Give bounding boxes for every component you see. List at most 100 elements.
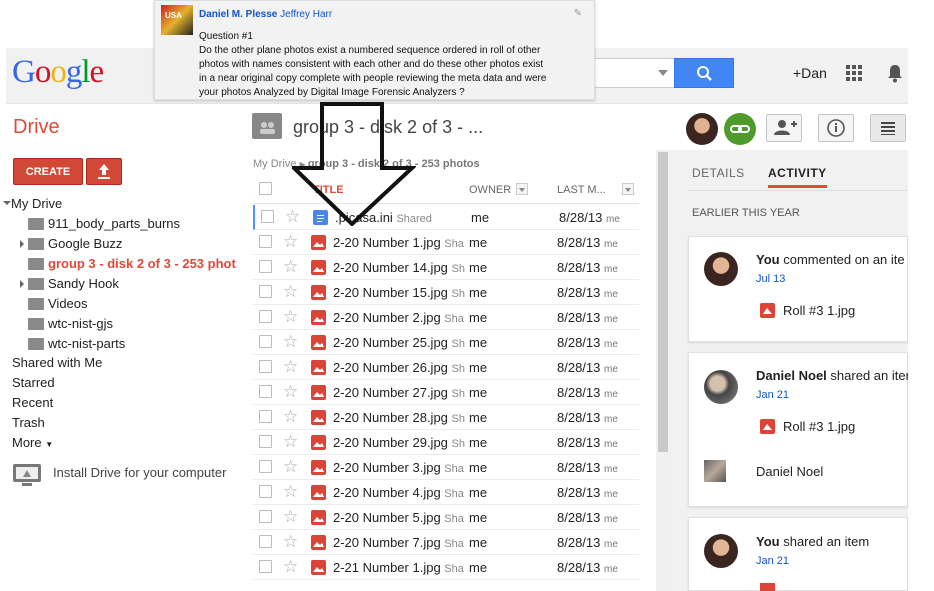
nav-folder[interactable]: wtc-nist-parts (48, 336, 125, 351)
row-checkbox[interactable] (259, 410, 272, 423)
column-owner[interactable]: OWNER (469, 184, 511, 196)
nav-trash[interactable]: Trash (12, 415, 45, 430)
row-checkbox[interactable] (259, 485, 272, 498)
row-checkbox[interactable] (259, 535, 272, 548)
row-checkbox[interactable] (259, 360, 272, 373)
file-row[interactable]: ☆ 2-20 Number 29.jpg Sh me 8/28/13 me (253, 430, 639, 455)
nav-folder[interactable]: wtc-nist-gjs (48, 316, 113, 331)
breadcrumb-root[interactable]: My Drive (253, 158, 296, 170)
star-icon[interactable]: ☆ (283, 358, 298, 375)
file-name[interactable]: 2-20 Number 1.jpg (333, 235, 441, 250)
row-checkbox[interactable] (259, 260, 272, 273)
star-icon[interactable]: ☆ (283, 333, 298, 350)
star-icon[interactable]: ☆ (283, 408, 298, 425)
upload-button[interactable] (86, 158, 122, 185)
row-checkbox[interactable] (259, 510, 272, 523)
list-view-button[interactable] (870, 114, 906, 142)
nav-folder[interactable]: 911_body_parts_burns (48, 216, 180, 231)
star-icon[interactable]: ☆ (283, 283, 298, 300)
activity-file[interactable]: Roll #3 1.jpg (783, 419, 855, 434)
file-name[interactable]: 2-20 Number 5.jpg (333, 510, 441, 525)
nav-folder[interactable]: Sandy Hook (48, 276, 119, 291)
activity-actor[interactable]: You (756, 252, 780, 267)
row-checkbox[interactable] (259, 435, 272, 448)
activity-actor[interactable]: Daniel Noel (756, 368, 827, 383)
star-icon[interactable]: ☆ (283, 308, 298, 325)
file-row[interactable]: ☆ 2-20 Number 7.jpg Sha me 8/28/13 me (253, 530, 639, 555)
file-name[interactable]: 2-20 Number 14.jpg (333, 260, 448, 275)
drive-title[interactable]: Drive (13, 116, 60, 139)
nav-folder[interactable]: Google Buzz (48, 236, 122, 251)
file-name[interactable]: 2-20 Number 7.jpg (333, 535, 441, 550)
comment-author[interactable]: Daniel M. Plesse (199, 9, 277, 20)
file-name[interactable]: 2-20 Number 15.jpg (333, 285, 448, 300)
star-icon[interactable]: ☆ (283, 383, 298, 400)
expand-arrow-icon[interactable] (20, 240, 24, 248)
tab-details[interactable]: DETAILS (692, 166, 745, 180)
file-name[interactable]: 2-20 Number 25.jpg (333, 335, 448, 350)
add-people-button[interactable] (766, 114, 802, 142)
edit-pencil-icon[interactable]: ✎ (574, 7, 582, 21)
row-checkbox[interactable] (259, 460, 272, 473)
nav-more[interactable]: More ▼ (12, 435, 53, 450)
row-checkbox[interactable] (259, 335, 272, 348)
row-checkbox[interactable] (259, 385, 272, 398)
search-input[interactable] (590, 58, 676, 88)
file-name[interactable]: 2-20 Number 2.jpg (333, 310, 441, 325)
file-row[interactable]: ☆ 2-20 Number 5.jpg Sha me 8/28/13 me (253, 505, 639, 530)
file-row[interactable]: ☆ 2-20 Number 14.jpg Sh me 8/28/13 me (253, 255, 639, 280)
file-name[interactable]: 2-20 Number 26.jpg (333, 360, 448, 375)
nav-folder-active[interactable]: group 3 - disk 2 of 3 - 253 phot (48, 256, 238, 271)
row-checkbox[interactable] (259, 310, 272, 323)
star-icon[interactable]: ☆ (283, 458, 298, 475)
file-name[interactable]: 2-20 Number 28.jpg (333, 410, 448, 425)
file-row[interactable]: ☆ 2-20 Number 28.jpg Sh me 8/28/13 me (253, 405, 639, 430)
activity-file[interactable]: Roll #3 1.jpg (783, 303, 855, 318)
nav-starred[interactable]: Starred (12, 375, 55, 390)
owner-sort-icon[interactable] (516, 183, 528, 195)
star-icon[interactable]: ☆ (283, 433, 298, 450)
expand-arrow-icon[interactable] (20, 280, 24, 288)
file-row[interactable]: ☆ 2-20 Number 27.jpg Sh me 8/28/13 me (253, 380, 639, 405)
modified-sort-icon[interactable] (622, 183, 634, 195)
file-name[interactable]: 2-21 Number 1.jpg (333, 560, 441, 575)
details-button[interactable] (818, 114, 854, 142)
chevron-down-icon[interactable] (658, 70, 668, 76)
shared-with-person[interactable]: Daniel Noel (756, 464, 823, 479)
row-checkbox[interactable] (259, 285, 272, 298)
google-logo[interactable]: Google (12, 54, 104, 91)
notification-bell-icon[interactable] (886, 63, 904, 83)
nav-recent[interactable]: Recent (12, 395, 53, 410)
file-name[interactable]: 2-20 Number 29.jpg (333, 435, 448, 450)
file-name[interactable]: 2-20 Number 27.jpg (333, 385, 448, 400)
link-sharing-icon[interactable] (724, 113, 756, 145)
install-drive-link[interactable]: Install Drive for your computer (53, 465, 226, 480)
avatar[interactable] (686, 113, 718, 145)
activity-date[interactable]: Jul 13 (756, 273, 785, 285)
file-row[interactable]: ☆ 2-20 Number 26.jpg Sh me 8/28/13 me (253, 355, 639, 380)
star-icon[interactable]: ☆ (283, 483, 298, 500)
user-link[interactable]: +Dan (793, 65, 827, 81)
apps-grid-icon[interactable] (846, 65, 862, 81)
select-all-checkbox[interactable] (259, 182, 272, 195)
file-row[interactable]: ☆ 2-20 Number 15.jpg Sh me 8/28/13 me (253, 280, 639, 305)
activity-actor[interactable]: You (756, 534, 780, 549)
row-checkbox[interactable] (259, 560, 272, 573)
search-button[interactable] (674, 58, 734, 88)
row-checkbox[interactable] (259, 235, 272, 248)
file-row[interactable]: ☆ 2-20 Number 1.jpg Sha me 8/28/13 me (253, 230, 639, 255)
file-name[interactable]: 2-20 Number 3.jpg (333, 460, 441, 475)
activity-date[interactable]: Jan 21 (756, 389, 789, 401)
star-icon[interactable]: ☆ (283, 258, 298, 275)
file-row[interactable]: ☆ 2-21 Number 1.jpg Sha me 8/28/13 me (253, 555, 639, 580)
scrollbar-thumb[interactable] (658, 152, 668, 452)
nav-my-drive[interactable]: My Drive (11, 196, 62, 211)
star-icon[interactable]: ☆ (283, 233, 298, 250)
nav-shared-with-me[interactable]: Shared with Me (12, 355, 102, 370)
comment-mention[interactable]: Jeffrey Harr (280, 9, 332, 20)
star-icon[interactable]: ☆ (283, 533, 298, 550)
nav-folder[interactable]: Videos (48, 296, 88, 311)
create-button[interactable]: CREATE (13, 158, 83, 185)
row-checkbox[interactable] (261, 210, 274, 223)
file-row[interactable]: ☆ 2-20 Number 4.jpg Sha me 8/28/13 me (253, 480, 639, 505)
